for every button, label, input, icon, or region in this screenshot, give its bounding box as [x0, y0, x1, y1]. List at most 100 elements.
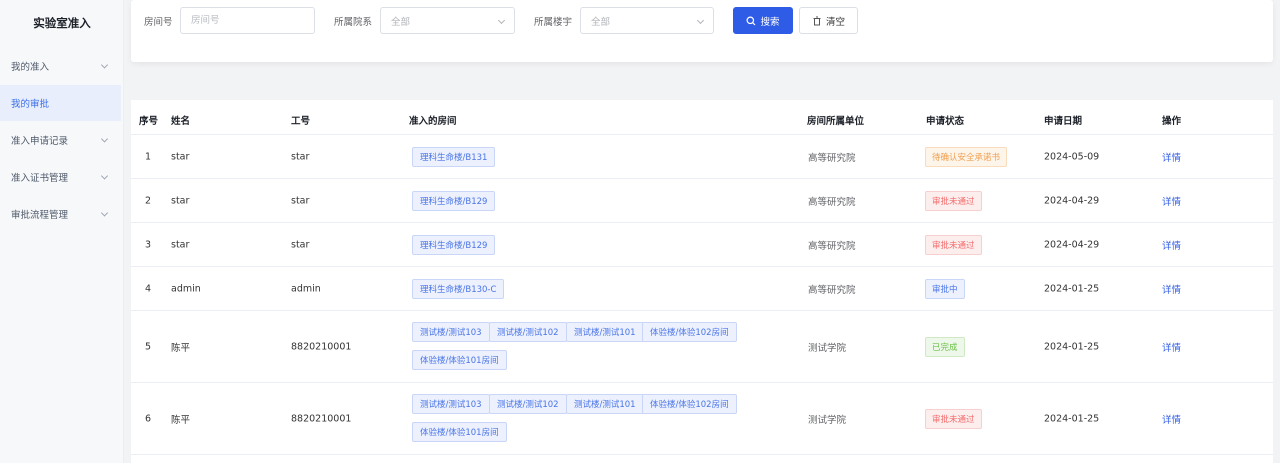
- details-link[interactable]: 详情: [1162, 150, 1181, 164]
- room-unit: 测试学院: [808, 415, 847, 426]
- room-label: 房间号: [144, 17, 173, 28]
- details-link[interactable]: 详情: [1162, 340, 1181, 354]
- room-tag: 体验楼/体验101房间: [412, 350, 507, 370]
- employee-id: 8820210001: [291, 341, 352, 353]
- applicant-name: star: [171, 239, 190, 251]
- apply-date: 2024-01-25: [1044, 341, 1100, 353]
- building-label: 所属楼宇: [534, 17, 573, 28]
- room-tag: 测试楼/测试103: [412, 322, 490, 342]
- employee-id: admin: [291, 283, 321, 295]
- search-button-label: 搜索: [760, 16, 780, 28]
- building-select[interactable]: 全部: [580, 7, 714, 34]
- room-tag: 测试楼/测试101: [566, 322, 644, 342]
- apply-date: 2024-05-09: [1044, 151, 1100, 163]
- chevron-down-icon: [497, 16, 506, 25]
- chevron-down-icon: [100, 172, 109, 180]
- sidebar-item-label: 审批流程管理: [11, 210, 69, 221]
- applicant-name: star: [171, 151, 190, 163]
- sidebar-item-label: 准入申请记录: [11, 136, 69, 147]
- room-tag: 体验楼/体验102房间: [642, 322, 737, 342]
- status-badge: 审批未通过: [925, 235, 982, 255]
- row-number: 3: [145, 239, 152, 251]
- table-row: 4 admin admin 理科生命楼/B130-C 高等研究院 审批中 2024-01-2…: [131, 267, 1273, 311]
- employee-id: star: [291, 195, 310, 207]
- applicant-name: 陈平: [171, 415, 191, 426]
- column-header: 房间所属单位: [807, 116, 865, 127]
- details-link[interactable]: 详情: [1162, 194, 1181, 208]
- sidebar-item[interactable]: 准入证书管理: [0, 159, 121, 195]
- clear-button-label: 清空: [825, 16, 845, 28]
- column-header: 准入的房间: [409, 116, 457, 127]
- details-link[interactable]: 详情: [1162, 412, 1181, 426]
- room-input-wrapper[interactable]: [180, 7, 315, 34]
- app-root: 实验室准入 我的准入我的审批准入申请记录准入证书管理审批流程管理 房间号 所属院…: [0, 0, 1280, 463]
- sidebar-item[interactable]: 准入申请记录: [0, 122, 121, 158]
- chevron-down-icon: [100, 209, 109, 217]
- sidebar: 实验室准入 我的准入我的审批准入申请记录 准入证书管理 审批流程管理: [0, 0, 124, 463]
- details-link[interactable]: 详情: [1162, 282, 1181, 296]
- apply-date: 2024-04-29: [1044, 195, 1100, 207]
- sidebar-title: 实验室准入: [33, 16, 91, 30]
- room-tag: 测试楼/测试103: [412, 394, 490, 414]
- search-icon: [746, 16, 756, 25]
- sidebar-item-label: 我的审批: [11, 99, 50, 110]
- approval-table: 序号 姓名 工号 准入的房间 房间所属单位 申请状态 申请日期 操作 1 star star 理科生…: [131, 100, 1273, 463]
- room-tag: 测试楼/测试102: [489, 394, 567, 414]
- sidebar-item-label: 我的准入: [11, 62, 50, 73]
- status-badge: 待确认安全承诺书: [925, 147, 1008, 167]
- apply-date: 2024-01-25: [1044, 413, 1100, 425]
- room-unit: 高等研究院: [808, 241, 856, 252]
- room-unit: 高等研究院: [808, 285, 856, 296]
- sidebar-item[interactable]: 我的准入: [0, 48, 121, 84]
- table-row: 6 陈平 8820210001 测试楼/测试103 测试楼/测试102 测试楼/测试101…: [131, 383, 1273, 455]
- column-header: 工号: [291, 116, 311, 127]
- column-header: 姓名: [171, 116, 191, 127]
- filter-bar: 房间号 所属院系 全部 所属楼宇 全部 搜索 清空: [131, 0, 1273, 62]
- room-tag: 体验楼/体验102房间: [642, 394, 737, 414]
- search-button[interactable]: 搜索: [733, 7, 793, 34]
- dept-select-value: 全部: [391, 16, 411, 28]
- room-tag: 体验楼/体验101房间: [412, 422, 507, 442]
- dept-label: 所属院系: [334, 17, 373, 28]
- row-number: 4: [145, 283, 152, 295]
- room-input[interactable]: [191, 15, 314, 26]
- column-header: 操作: [1162, 116, 1182, 127]
- column-header: 申请日期: [1044, 116, 1083, 127]
- room-unit: 测试学院: [808, 343, 847, 354]
- room-tag: 理科生命楼/B129: [412, 191, 496, 211]
- clear-button[interactable]: 清空: [799, 7, 858, 34]
- employee-id: star: [291, 239, 310, 251]
- table-row: 1 star star 理科生命楼/B131 高等研究院 待确认安全承诺书 2024-05-…: [131, 135, 1273, 179]
- apply-date: 2024-01-25: [1044, 283, 1100, 295]
- table-row: 2 star star 理科生命楼/B129 高等研究院 审批未通过 2024-04-29 详…: [131, 179, 1273, 223]
- row-number: 2: [145, 195, 152, 207]
- room-unit: 高等研究院: [808, 153, 856, 164]
- employee-id: 8820210001: [291, 413, 352, 425]
- status-badge: 已完成: [925, 337, 965, 357]
- applicant-name: star: [171, 195, 190, 207]
- sidebar-item[interactable]: 审批流程管理: [0, 196, 121, 232]
- room-tag: 理科生命楼/B131: [412, 147, 496, 167]
- details-link[interactable]: 详情: [1162, 238, 1181, 252]
- applicant-name: 陈平: [171, 343, 191, 354]
- apply-date: 2024-04-29: [1044, 239, 1100, 251]
- sidebar-item-label: 准入证书管理: [11, 173, 69, 184]
- building-select-value: 全部: [591, 16, 611, 28]
- trash-icon: [813, 16, 821, 25]
- row-number: 1: [145, 151, 152, 163]
- sidebar-item[interactable]: 我的审批: [0, 85, 121, 121]
- room-unit: 高等研究院: [808, 197, 856, 208]
- chevron-down-icon: [696, 16, 705, 25]
- table-row: 5 陈平 8820210001 测试楼/测试103 测试楼/测试102 测试楼/测试101…: [131, 311, 1273, 383]
- applicant-name: admin: [171, 283, 201, 295]
- status-badge: 审批未通过: [925, 409, 982, 429]
- chevron-down-icon: [100, 61, 109, 69]
- employee-id: star: [291, 151, 310, 163]
- column-header: 序号: [139, 116, 159, 127]
- room-tag: 理科生命楼/B129: [412, 235, 496, 255]
- dept-select[interactable]: 全部: [380, 7, 515, 34]
- room-tag: 理科生命楼/B130-C: [412, 279, 505, 299]
- room-tag: 测试楼/测试101: [566, 394, 644, 414]
- column-header: 申请状态: [926, 116, 965, 127]
- table-row: 3 star star 理科生命楼/B129 高等研究院 审批未通过 2024-04-29 详…: [131, 223, 1273, 267]
